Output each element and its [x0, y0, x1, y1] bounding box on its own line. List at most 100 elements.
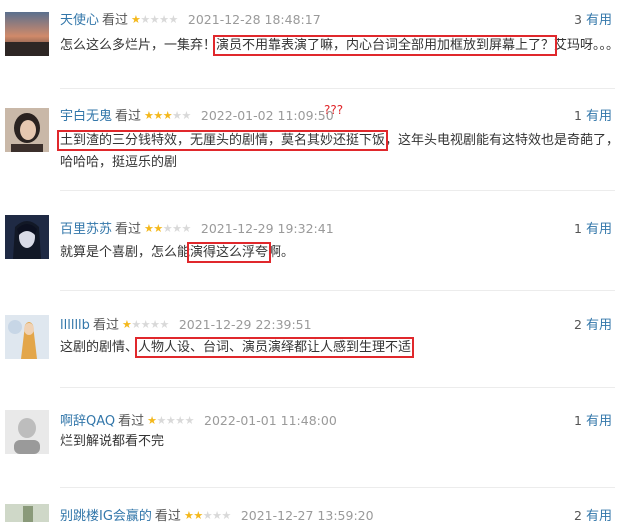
- vote-area: 1 有用: [574, 413, 612, 430]
- comment-time: 2021-12-27 13:59:20: [240, 508, 374, 523]
- avatar[interactable]: [5, 410, 49, 454]
- star-empty-icon: ★: [140, 13, 150, 26]
- star-filled-icon: ★: [147, 414, 157, 427]
- divider: [60, 190, 615, 191]
- comment-text: 这剧的剧情、人物人设、台词、演员演绎都让人感到生理不适: [60, 337, 620, 359]
- divider: [60, 387, 615, 388]
- comment-meta: 天使心 看过 ★★★★★ 2021-12-28 18:48:17: [60, 12, 321, 29]
- star-filled-icon: ★: [144, 109, 154, 122]
- avatar[interactable]: [5, 12, 49, 56]
- star-empty-icon: ★: [149, 13, 160, 26]
- comment-time: 2021-12-29 22:39:51: [178, 317, 312, 332]
- star-empty-icon: ★: [156, 414, 167, 427]
- username-link[interactable]: 宇白无鬼: [60, 109, 112, 124]
- watched-status: 看过: [115, 109, 142, 124]
- useful-button[interactable]: 有用: [586, 13, 612, 28]
- avatar[interactable]: [5, 315, 49, 359]
- avatar-image: [5, 215, 49, 259]
- avatar-image: [5, 504, 49, 522]
- vote-area: 1 有用: [574, 108, 612, 125]
- star-empty-icon: ★: [162, 222, 173, 235]
- comment-meta: llllllb 看过 ★★★★★ 2021-12-29 22:39:51: [60, 317, 312, 334]
- star-filled-icon: ★: [153, 222, 163, 235]
- comment-text: 烂到解说都看不完: [60, 431, 620, 453]
- vote-count: 1: [574, 413, 582, 428]
- star-rating: ★★★★★: [122, 317, 169, 333]
- star-empty-icon: ★: [181, 109, 192, 122]
- divider: [60, 487, 615, 488]
- username-link[interactable]: 啊辞QAQ: [60, 414, 115, 429]
- divider: [60, 290, 615, 291]
- avatar-image: [5, 12, 49, 56]
- avatar-image: [5, 315, 49, 359]
- comment-time: 2022-01-01 11:48:00: [204, 413, 337, 428]
- comment-text: 就算是个喜剧，怎么能演得这么浮夸啊。: [60, 242, 620, 264]
- vote-area: 3 有用: [574, 12, 612, 29]
- comment-meta: 啊辞QAQ 看过 ★★★★★ 2022-01-01 11:48:00: [60, 413, 337, 430]
- username-link[interactable]: 百里苏苏: [60, 222, 112, 237]
- star-rating: ★★★★★: [131, 12, 178, 28]
- comment-meta: 宇白无鬼 看过 ★★★★★ 2022-01-02 11:09:50: [60, 108, 334, 125]
- avatar[interactable]: [5, 504, 49, 522]
- comment-text-before: 就算是个喜剧，怎么能: [60, 245, 191, 260]
- star-filled-icon: ★: [153, 109, 163, 122]
- username-link[interactable]: 天使心: [60, 13, 99, 28]
- star-rating: ★★★★★: [147, 413, 194, 429]
- avatar-image: [5, 108, 49, 152]
- star-empty-icon: ★: [159, 13, 169, 26]
- vote-area: 2 有用: [574, 317, 612, 334]
- avatar[interactable]: [5, 215, 49, 259]
- highlighted-text: 土到渣的三分钱特效，无厘头的剧情，莫名其妙还挺下饭: [56, 130, 389, 151]
- star-empty-icon: ★: [181, 222, 192, 235]
- comment-time: 2022-01-02 11:09:50: [200, 108, 334, 123]
- star-filled-icon: ★: [121, 318, 132, 331]
- star-rating: ★★★★★: [144, 108, 191, 124]
- comment-time: 2021-12-29 19:32:41: [200, 221, 334, 236]
- comment-text-before: 怎么这么多烂片，一集弃！: [60, 38, 217, 53]
- comment-text-before: 这剧的剧情、: [60, 340, 139, 355]
- useful-button[interactable]: 有用: [586, 318, 612, 333]
- username-link[interactable]: llllllb: [60, 318, 90, 333]
- comment-text: 土到渣的三分钱特效，无厘头的剧情，莫名其妙还挺下饭，这年头电视剧能有这特效也是奇…: [56, 130, 620, 174]
- star-rating: ★★★★★: [144, 221, 191, 237]
- comment-meta: 别跳楼IG会赢的 看过 ★★★★★ 2021-12-27 13:59:20: [60, 508, 374, 525]
- star-empty-icon: ★: [202, 509, 213, 522]
- avatar-image: [5, 410, 49, 454]
- comment-text-after: 啊。: [268, 245, 295, 260]
- vote-count: 1: [574, 108, 582, 123]
- highlighted-text: 人物人设、台词、演员演绎都让人感到生理不适: [135, 337, 415, 358]
- vote-count: 2: [574, 508, 582, 523]
- useful-button[interactable]: 有用: [586, 109, 612, 124]
- watched-status: 看过: [102, 13, 129, 28]
- star-filled-icon: ★: [144, 222, 154, 235]
- star-filled-icon: ★: [183, 509, 194, 522]
- star-empty-icon: ★: [172, 222, 182, 235]
- comment-text-after: 艾玛呀。。。: [554, 38, 620, 53]
- highlighted-text: 演得这么浮夸: [187, 242, 272, 263]
- annotation-question-marks: ???: [324, 103, 344, 117]
- comment-time: 2021-12-28 18:48:17: [187, 12, 321, 27]
- star-empty-icon: ★: [140, 318, 151, 331]
- star-filled-icon: ★: [162, 109, 173, 122]
- highlighted-text: 演员不用靠表演了嘛，内心台词全部用加框放到屏幕上了？: [213, 35, 558, 56]
- star-empty-icon: ★: [172, 109, 182, 122]
- watched-status: 看过: [92, 318, 119, 333]
- comment-text: 怎么这么多烂片，一集弃！演员不用靠表演了嘛，内心台词全部用加框放到屏幕上了？艾玛…: [60, 35, 620, 57]
- star-filled-icon: ★: [193, 509, 203, 522]
- avatar[interactable]: [5, 108, 49, 152]
- star-filled-icon: ★: [131, 13, 141, 26]
- useful-button[interactable]: 有用: [586, 222, 612, 237]
- star-empty-icon: ★: [175, 414, 185, 427]
- comment-meta: 百里苏苏 看过 ★★★★★ 2021-12-29 19:32:41: [60, 221, 334, 238]
- vote-area: 2 有用: [574, 508, 612, 525]
- comment-text-before: 烂到解说都看不完: [60, 434, 165, 449]
- divider: [60, 88, 615, 89]
- star-empty-icon: ★: [165, 414, 176, 427]
- vote-area: 1 有用: [574, 221, 612, 238]
- star-empty-icon: ★: [221, 509, 231, 522]
- vote-count: 3: [574, 12, 582, 27]
- star-empty-icon: ★: [168, 13, 179, 26]
- star-empty-icon: ★: [131, 318, 141, 331]
- useful-button[interactable]: 有用: [586, 414, 612, 429]
- watched-status: 看过: [118, 414, 145, 429]
